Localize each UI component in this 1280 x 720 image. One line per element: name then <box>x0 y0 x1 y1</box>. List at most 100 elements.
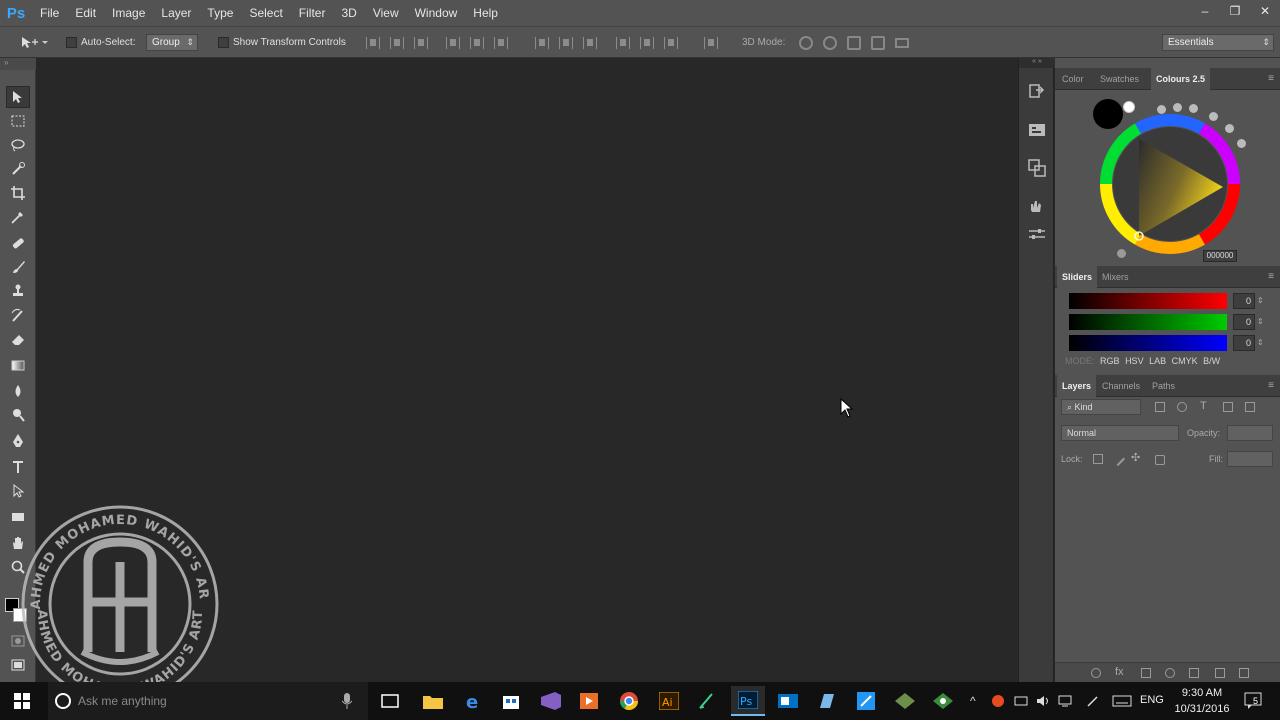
tab-channels[interactable]: Channels <box>1097 375 1145 397</box>
volume-icon[interactable] <box>1036 694 1050 708</box>
blue-slider[interactable] <box>1069 335 1227 351</box>
show-transform-checkbox[interactable] <box>218 37 229 48</box>
tools-panel-grip[interactable]: » <box>0 58 36 70</box>
delete-layer-icon[interactable] <box>1239 668 1249 678</box>
cortana-search-box[interactable]: Ask me anything <box>48 682 368 720</box>
visual-studio-icon[interactable] <box>534 686 568 716</box>
pen-tool-icon[interactable] <box>6 430 30 452</box>
history-panel-icon[interactable] <box>1027 82 1047 102</box>
filter-shape-icon[interactable] <box>1223 402 1233 412</box>
menu-image[interactable]: Image <box>104 0 153 26</box>
path-selection-tool-icon[interactable] <box>6 480 30 502</box>
filter-adjustment-icon[interactable] <box>1177 402 1187 412</box>
tab-sliders[interactable]: Sliders <box>1057 266 1098 288</box>
adjustments-panel-icon[interactable] <box>1027 224 1047 244</box>
blue-value[interactable]: 0 <box>1233 335 1255 351</box>
menu-window[interactable]: Window <box>407 0 466 26</box>
move-tool-preset-icon[interactable] <box>20 35 48 49</box>
mode-rgb[interactable]: RGB <box>1100 356 1120 366</box>
red-spinner[interactable]: ⇕ <box>1257 293 1267 309</box>
healing-brush-tool-icon[interactable] <box>6 232 30 254</box>
blur-tool-icon[interactable] <box>6 380 30 402</box>
tab-colours-2-5[interactable]: Colours 2.5 <box>1151 68 1211 90</box>
menu-layer[interactable]: Layer <box>153 0 199 26</box>
mode-cmyk[interactable]: CMYK <box>1172 356 1198 366</box>
file-explorer-icon[interactable] <box>416 686 450 716</box>
align-bottom-icon[interactable] <box>414 37 428 49</box>
color-panel-menu-icon[interactable]: ≡ <box>1268 73 1274 84</box>
lock-position-icon[interactable]: ✣ <box>1131 451 1140 464</box>
mode-bw[interactable]: B/W <box>1203 356 1220 366</box>
opacity-field[interactable] <box>1227 425 1273 441</box>
history-brush-tool-icon[interactable] <box>6 304 30 326</box>
menu-filter[interactable]: Filter <box>291 0 334 26</box>
align-vcenter-icon[interactable] <box>390 37 404 49</box>
new-layer-icon[interactable] <box>1215 668 1225 678</box>
lock-pixels-icon[interactable] <box>1110 451 1126 467</box>
blue-app-icon[interactable] <box>849 686 883 716</box>
layers-list[interactable] <box>1055 472 1280 662</box>
workspace-dropdown[interactable]: Essentials <box>1162 34 1274 51</box>
tab-swatches[interactable]: Swatches <box>1095 68 1144 90</box>
type-tool-icon[interactable] <box>6 456 30 478</box>
distribute-right-icon[interactable] <box>664 37 678 49</box>
auto-align-icon[interactable] <box>704 37 718 49</box>
align-top-icon[interactable] <box>366 37 380 49</box>
microphone-icon[interactable] <box>342 693 352 709</box>
dodge-tool-icon[interactable] <box>6 404 30 426</box>
3d-drag-icon[interactable] <box>847 36 861 50</box>
dock-collapse-icon[interactable]: « » <box>1019 58 1055 68</box>
tray-expand-icon[interactable]: ^ <box>970 694 984 708</box>
distribute-vcenter-icon[interactable] <box>559 37 573 49</box>
3d-slide-icon[interactable] <box>871 36 885 50</box>
media-player-icon[interactable] <box>572 686 606 716</box>
filter-type-icon[interactable]: T <box>1200 400 1207 412</box>
close-button[interactable]: ✕ <box>1250 0 1280 22</box>
distribute-left-icon[interactable] <box>616 37 630 49</box>
blue-spinner[interactable]: ⇕ <box>1257 335 1267 351</box>
input-language[interactable]: ENG <box>1140 694 1164 706</box>
clone-source-panel-icon[interactable] <box>1027 158 1047 178</box>
marquee-tool-icon[interactable] <box>6 110 30 132</box>
edge-browser-icon[interactable]: e <box>456 686 490 716</box>
start-button[interactable] <box>0 682 44 720</box>
mode-lab[interactable]: LAB <box>1149 356 1166 366</box>
distribute-hcenter-icon[interactable] <box>640 37 654 49</box>
illustrator-icon[interactable]: Ai <box>652 686 686 716</box>
diamond-app-icon[interactable] <box>888 686 922 716</box>
eraser-tool-icon[interactable] <box>6 328 30 350</box>
green-app-icon[interactable] <box>926 686 960 716</box>
new-adjustment-layer-icon[interactable] <box>1165 668 1175 678</box>
store-icon[interactable] <box>494 686 528 716</box>
menu-view[interactable]: View <box>365 0 407 26</box>
menu-3d[interactable]: 3D <box>333 0 364 26</box>
notes-app-icon[interactable] <box>810 686 844 716</box>
menu-type[interactable]: Type <box>199 0 241 26</box>
system-clock[interactable]: 9:30 AM 10/31/2016 <box>1170 685 1234 717</box>
menu-select[interactable]: Select <box>241 0 290 26</box>
filter-pixel-icon[interactable] <box>1155 402 1165 412</box>
tab-color[interactable]: Color <box>1057 68 1089 90</box>
sliders-panel-menu-icon[interactable]: ≡ <box>1268 271 1274 282</box>
outlook-icon[interactable] <box>771 686 805 716</box>
layers-panel-menu-icon[interactable]: ≡ <box>1268 380 1274 391</box>
tool-presets-panel-icon[interactable] <box>1027 198 1047 218</box>
lock-transparency-icon[interactable] <box>1093 454 1103 464</box>
layer-filter-dropdown[interactable]: ⌕ Kind <box>1061 399 1141 415</box>
gradient-tool-icon[interactable] <box>6 354 30 376</box>
quick-selection-tool-icon[interactable] <box>6 158 30 180</box>
red-value[interactable]: 0 <box>1233 293 1255 309</box>
3d-scale-icon[interactable] <box>895 38 909 48</box>
fill-field[interactable] <box>1227 451 1273 467</box>
new-group-icon[interactable] <box>1189 668 1199 678</box>
task-view-icon[interactable] <box>373 686 407 716</box>
lock-all-icon[interactable] <box>1155 455 1165 465</box>
menu-edit[interactable]: Edit <box>67 0 104 26</box>
network-icon[interactable] <box>1058 694 1072 708</box>
eyedropper-tool-icon[interactable] <box>6 206 30 228</box>
color-reset-dot[interactable] <box>1117 249 1126 258</box>
auto-select-target-dropdown[interactable]: Group <box>146 34 198 51</box>
auto-select-checkbox[interactable] <box>66 37 77 48</box>
filter-smart-object-icon[interactable] <box>1245 402 1255 412</box>
restore-button[interactable]: ❐ <box>1220 0 1250 22</box>
